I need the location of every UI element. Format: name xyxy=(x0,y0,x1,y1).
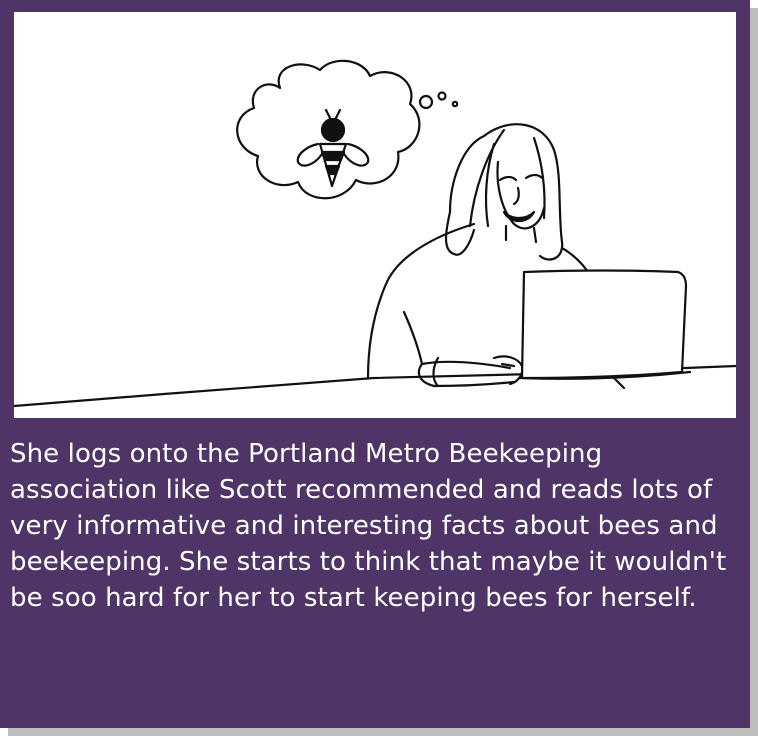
comic-illustration xyxy=(14,59,736,408)
illustration-panel xyxy=(14,12,736,418)
story-caption: She logs onto the Portland Metro Beekeep… xyxy=(10,439,727,613)
story-card: She logs onto the Portland Metro Beekeep… xyxy=(0,0,750,728)
thought-bubble-icon xyxy=(236,59,459,200)
laptop-icon xyxy=(518,269,692,390)
bee-icon xyxy=(296,108,370,188)
